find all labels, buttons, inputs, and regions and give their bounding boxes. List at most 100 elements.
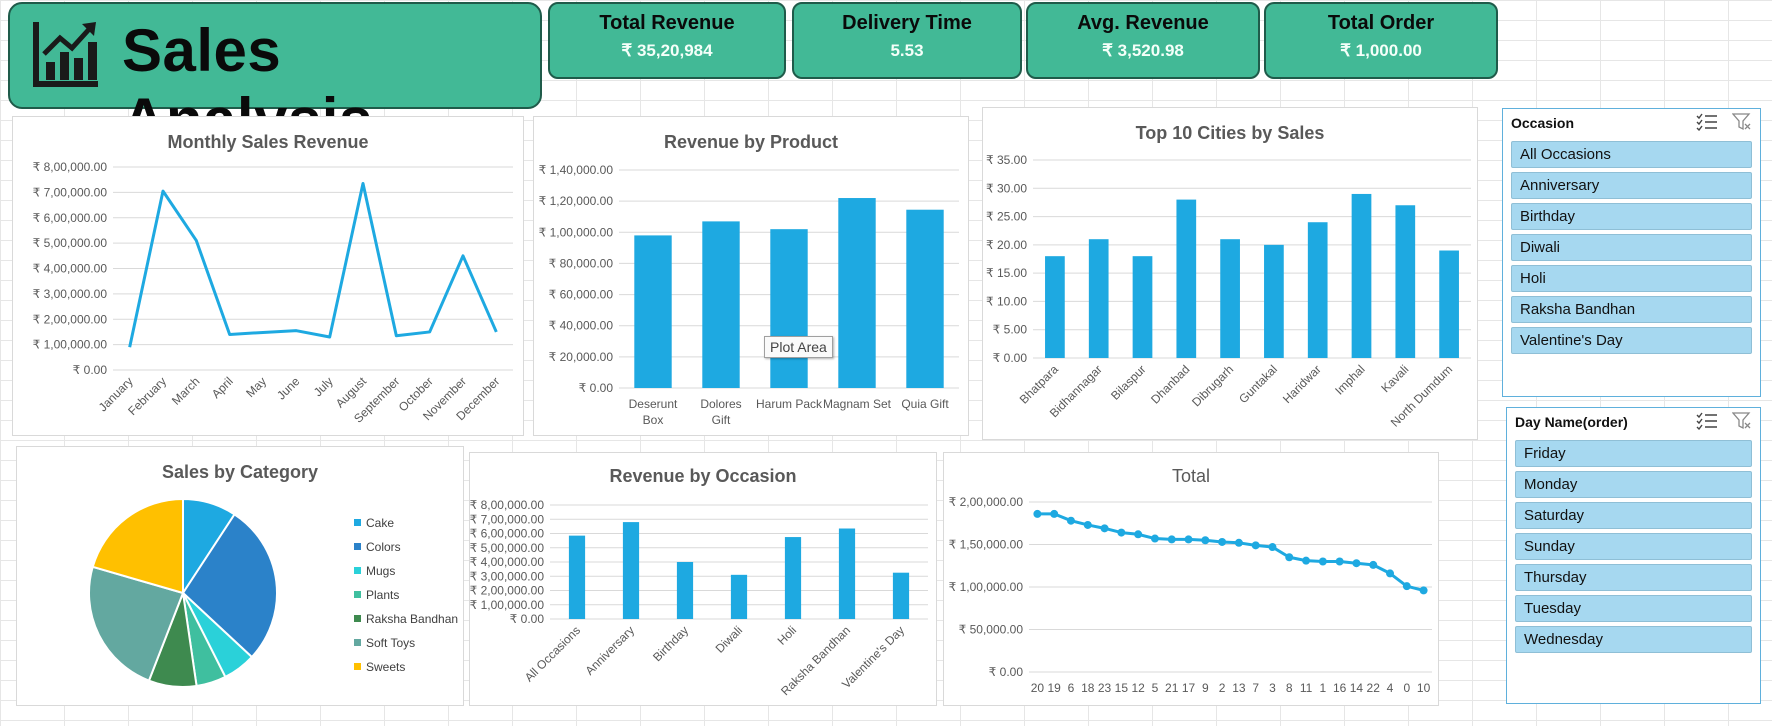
kpi-value: ₹ 1,000.00 xyxy=(1340,41,1422,60)
multi-select-icon[interactable] xyxy=(1696,412,1718,434)
x-tick-label: 2 xyxy=(1219,681,1226,695)
y-tick-label: ₹ 20,000.00 xyxy=(549,350,614,364)
clear-filter-icon[interactable] xyxy=(1731,113,1752,135)
slicer-item[interactable]: Tuesday xyxy=(1515,595,1752,622)
y-tick-label: ₹ 8,00,000.00 xyxy=(470,498,544,512)
bar xyxy=(1264,244,1284,358)
slicer-item[interactable]: Sunday xyxy=(1515,533,1752,560)
slicer-item[interactable]: Wednesday xyxy=(1515,626,1752,653)
x-tick-label: 5 xyxy=(1152,681,1159,695)
kpi-total-revenue[interactable]: Total Revenue ₹ 35,20,984 xyxy=(548,2,786,79)
slicer-item[interactable]: All Occasions xyxy=(1511,141,1752,168)
chart-revenue-by-occasion[interactable]: Revenue by Occasion ₹ 0.00 ₹ 1,00,000.00 ₹… xyxy=(469,452,937,706)
kpi-delivery-time[interactable]: Delivery Time 5.53 xyxy=(792,2,1022,79)
bar xyxy=(1395,205,1416,358)
x-tick-label: 19 xyxy=(1048,681,1062,695)
chart-svg: Cake Colors Mugs Plants Raksha Bandhan Soft T… xyxy=(88,497,458,688)
chart-revenue-by-product[interactable]: Revenue by Product ₹ 0.00 ₹ 20,000.00 ₹ 40… xyxy=(533,116,969,436)
x-tick-label: Magnam Set xyxy=(823,397,892,411)
data-point xyxy=(1083,520,1092,529)
y-tick-label: ₹ 2,00,000.00 xyxy=(949,495,1024,509)
legend-swatch xyxy=(354,567,361,574)
x-tick-label: Deserunt Box xyxy=(629,397,678,427)
bar xyxy=(1045,256,1065,358)
chart-svg: ₹ 0.00 ₹ 5.00 ₹ 10.00 ₹ 15.00 ₹ 20.00 ₹ 25.00… xyxy=(986,153,1471,430)
bar xyxy=(838,528,856,619)
data-point xyxy=(1335,557,1344,566)
slicer-title: Occasion xyxy=(1511,115,1575,131)
data-point xyxy=(1167,535,1176,544)
y-tick-label: ₹ 60,000.00 xyxy=(549,288,614,302)
x-tick-label: Holi xyxy=(775,623,800,648)
y-tick-label: ₹ 0.00 xyxy=(989,665,1024,679)
kpi-value: ₹ 35,20,984 xyxy=(621,41,713,60)
slicer-item[interactable]: Raksha Bandhan xyxy=(1511,296,1752,323)
bar xyxy=(622,522,640,619)
clear-filter-icon[interactable] xyxy=(1731,412,1752,434)
slicer-item[interactable]: Holi xyxy=(1511,265,1752,292)
y-tick-label: ₹ 2,00,000.00 xyxy=(470,584,544,598)
data-point xyxy=(1100,524,1109,533)
slicer-title: Day Name(order) xyxy=(1515,414,1628,430)
chart-svg: ₹ 0.00 ₹ 1,00,000.00 ₹ 2,00,000.00 ₹ 3,00,0… xyxy=(33,160,513,426)
legend-label: Raksha Bandhan xyxy=(366,612,458,626)
kpi-avg-revenue[interactable]: Avg. Revenue ₹ 3,520.98 xyxy=(1026,2,1260,79)
slicer-occasion[interactable]: Occasion All Occasions Anniversary Birthda… xyxy=(1502,108,1761,397)
legend-label: Mugs xyxy=(366,564,395,578)
data-point xyxy=(1150,534,1159,543)
x-tick-label: 10 xyxy=(1417,681,1431,695)
y-tick-label: ₹ 0.00 xyxy=(73,363,108,377)
slicer-item[interactable]: Diwali xyxy=(1511,234,1752,261)
data-point xyxy=(1386,569,1395,578)
x-tick-label: Diwali xyxy=(713,623,746,656)
y-tick-label: ₹ 6,00,000.00 xyxy=(33,211,108,225)
data-point xyxy=(1066,516,1075,525)
y-tick-label: ₹ 20.00 xyxy=(986,238,1027,252)
x-tick-label: 22 xyxy=(1367,681,1381,695)
chart-monthly-sales-revenue[interactable]: Monthly Sales Revenue ₹ 0.00 ₹ 1,00,000.0… xyxy=(12,116,524,436)
slicer-item[interactable]: Monday xyxy=(1515,471,1752,498)
slicer-item[interactable]: Valentine's Day xyxy=(1511,327,1752,354)
chart-top-10-cities[interactable]: Top 10 Cities by Sales ₹ 0.00 ₹ 5.00 ₹ 10.… xyxy=(982,107,1478,440)
y-tick-label: ₹ 25.00 xyxy=(986,210,1027,224)
y-tick-label: ₹ 7,00,000.00 xyxy=(470,512,544,526)
dashboard-title-card: Sales Analysis xyxy=(8,2,542,153)
x-tick-label: Imphal xyxy=(1332,362,1367,397)
slicer-item[interactable]: Anniversary xyxy=(1511,172,1752,199)
slicer-item[interactable]: Thursday xyxy=(1515,564,1752,591)
kpi-total-order[interactable]: Total Order ₹ 1,000.00 xyxy=(1264,2,1498,79)
multi-select-icon[interactable] xyxy=(1696,113,1718,135)
data-point xyxy=(1134,530,1143,539)
data-point xyxy=(1050,509,1059,518)
bar xyxy=(892,572,910,619)
slicer-item[interactable]: Birthday xyxy=(1511,203,1752,230)
x-tick-label: April xyxy=(209,374,236,401)
x-tick-label: Bilaspur xyxy=(1108,362,1149,403)
data-point xyxy=(1419,586,1428,595)
y-tick-label: ₹ 35.00 xyxy=(986,153,1027,167)
bar xyxy=(1176,199,1197,358)
data-point xyxy=(1302,556,1311,565)
chart-sales-by-category[interactable]: Sales by Category Cake Colors Mugs Plants Ra… xyxy=(16,446,464,706)
chart-svg: ₹ 0.00 ₹ 20,000.00 ₹ 40,000.00 ₹ 60,000.00 ₹… xyxy=(539,163,959,427)
y-tick-label: ₹ 50,000.00 xyxy=(959,623,1024,637)
x-tick-label: 23 xyxy=(1098,681,1112,695)
x-tick-label: 17 xyxy=(1182,681,1196,695)
bar xyxy=(1351,193,1372,358)
kpi-label: Total Order xyxy=(1327,12,1435,34)
x-tick-label: 14 xyxy=(1350,681,1364,695)
data-point xyxy=(1285,553,1294,562)
bar xyxy=(1307,222,1328,358)
data-point xyxy=(1318,557,1327,566)
slicer-item[interactable]: Friday xyxy=(1515,440,1752,467)
bar-chart-growth-icon xyxy=(30,18,102,95)
slicer-item[interactable]: Saturday xyxy=(1515,502,1752,529)
kpi-label: Avg. Revenue xyxy=(1077,12,1209,34)
x-tick-label: 15 xyxy=(1115,681,1129,695)
y-tick-label: ₹ 3,00,000.00 xyxy=(470,569,544,583)
chart-total[interactable]: Total ₹ 0.00 ₹ 50,000.00 ₹ 1,00,000.00 ₹ 1,… xyxy=(943,452,1439,706)
bar xyxy=(634,235,672,388)
slicer-day-name[interactable]: Day Name(order) Friday Monday Saturday Sund… xyxy=(1506,407,1761,704)
x-tick-label: Anniversary xyxy=(582,623,637,678)
x-tick-label: Harum Pack xyxy=(756,397,823,411)
